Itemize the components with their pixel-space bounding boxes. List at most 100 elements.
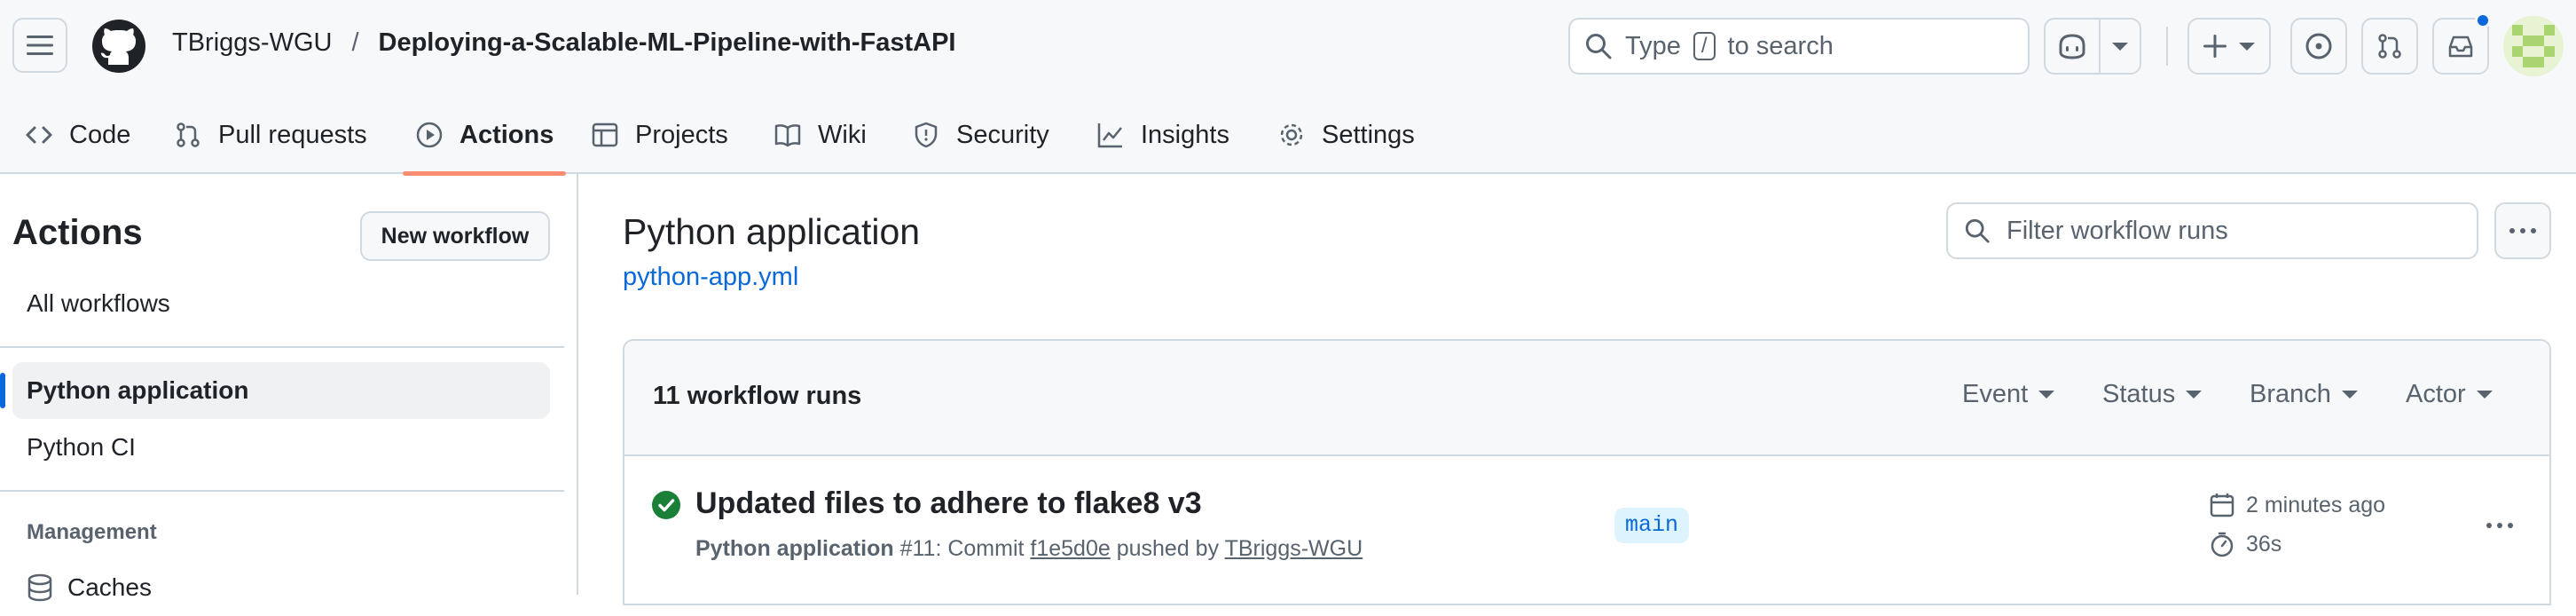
tab-actions[interactable]: Actions [402,98,567,176]
database-icon [27,573,52,602]
filter-label: Branch [2250,380,2331,408]
repo-name-link[interactable]: Deploying-a-Scalable-ML-Pipeline-with-Fa… [379,28,956,58]
shield-icon [915,122,938,148]
play-circle-icon [416,122,443,148]
book-icon [774,124,801,147]
tab-insights[interactable]: Insights [1096,98,1229,172]
run-pushed-by: pushed by [1116,536,1220,561]
run-meta: Python application #11: Commit f1e5d0e p… [695,536,1363,562]
tab-pull-requests[interactable]: Pull requests [174,98,367,172]
filter-label: Event [1962,380,2029,408]
run-duration-label: 36s [2246,531,2282,557]
run-commit-link[interactable]: f1e5d0e [1030,536,1110,561]
search-placeholder-suffix: to search [1727,31,1834,60]
search-placeholder-prefix: Type [1625,31,1681,60]
issue-opened-icon [2305,33,2332,59]
table-icon [592,122,618,147]
sidebar-item-label: Python application [27,376,249,404]
sidebar-title: Actions [12,213,143,252]
inbox-icon [2448,36,2473,58]
issues-button[interactable] [2290,18,2347,75]
stopwatch-icon [2211,532,2234,557]
chevron-down-icon [2341,391,2358,399]
tab-label: Wiki [818,120,867,149]
tab-label: Actions [459,120,554,149]
new-workflow-button[interactable]: New workflow [360,211,550,261]
run-time-label: 2 minutes ago [2246,492,2386,517]
copilot-button[interactable] [2044,18,2101,75]
check-circle-fill-icon [652,491,680,519]
search-input[interactable]: Type / to search [1568,18,2030,75]
filter-label: Actor [2406,380,2466,408]
sidebar-divider [0,490,564,492]
tab-settings[interactable]: Settings [1277,98,1415,172]
repo-header: TBriggs-WGU / Deploying-a-Scalable-ML-Pi… [0,0,2576,176]
filter-workflow-runs-input[interactable]: Filter workflow runs [1946,202,2478,259]
branch-badge[interactable]: main [1614,508,1690,543]
actions-sidebar: Actions New workflow All workflows Pytho… [0,174,578,602]
sidebar-item-python-ci[interactable]: Python CI [12,419,550,476]
chevron-down-icon [2476,391,2493,399]
chevron-down-icon [2239,42,2255,51]
graph-icon [1097,123,1122,148]
event-filter-dropdown[interactable]: Event [1962,380,2055,409]
copilot-dropdown-button[interactable] [2099,18,2141,75]
tab-wiki[interactable]: Wiki [774,98,867,172]
more-options-button[interactable] [2494,202,2551,259]
github-logo-icon[interactable] [91,19,146,74]
tab-security[interactable]: Security [912,98,1049,172]
create-new-button[interactable] [2187,18,2271,75]
tab-code[interactable]: Code [25,98,130,172]
run-number: #11 [899,536,936,561]
tab-label: Code [69,120,131,149]
sidebar-item-all-workflows[interactable]: All workflows [12,275,550,332]
tab-label: Settings [1322,120,1415,149]
sidebar-item-label: All workflows [27,289,170,317]
avatar[interactable] [2503,16,2564,76]
hamburger-icon [27,36,53,55]
chevron-down-icon [2038,391,2055,399]
plus-icon [2203,35,2227,58]
actor-filter-dropdown[interactable]: Actor [2406,380,2493,409]
run-more-button[interactable] [2480,506,2519,545]
tab-label: Insights [1141,120,1229,149]
run-duration: 36s [2209,531,2281,557]
workflow-title: Python application [623,211,921,252]
calendar-icon [2210,494,2234,517]
chevron-down-icon [2186,391,2203,399]
sidebar-item-python-application[interactable]: Python application [12,362,550,419]
management-heading: Management [27,520,157,544]
search-slash-key: / [1692,32,1716,60]
pull-requests-button[interactable] [2361,18,2418,75]
code-icon [26,126,52,144]
runs-count: 11 workflow runs [653,382,862,410]
tab-label: Pull requests [218,120,367,149]
workflow-file-link[interactable]: python-app.yml [623,263,798,292]
gear-icon [1280,123,1303,146]
repo-owner-link[interactable]: TBriggs-WGU [172,28,332,58]
header-divider [2166,27,2168,66]
run-actor-link[interactable]: TBriggs-WGU [1225,536,1363,561]
tab-label: Projects [635,120,728,149]
git-pull-request-icon [2378,34,2401,59]
sidebar-item-label: Python CI [27,433,136,461]
selected-indicator [0,373,5,408]
breadcrumb-separator: / [351,28,359,57]
run-workflow-name: Python application [695,536,894,561]
tab-label: Security [956,120,1049,149]
search-icon [1965,218,1990,243]
search-icon [1586,34,1612,59]
run-title-link[interactable]: Updated files to adhere to flake8 v3 [695,486,1202,521]
kebab-horizontal-icon [2509,228,2536,233]
kebab-horizontal-icon [2486,523,2513,528]
workflow-run-row[interactable]: Updated files to adhere to flake8 v3 Pyt… [624,456,2549,595]
run-commit-prefix: : Commit [935,536,1025,561]
menu-button[interactable] [12,18,67,73]
notification-dot [2475,12,2491,28]
copilot-icon [2059,34,2085,59]
sidebar-item-label: Caches [67,573,152,601]
branch-filter-dropdown[interactable]: Branch [2250,380,2358,409]
status-filter-dropdown[interactable]: Status [2102,380,2203,409]
tab-projects[interactable]: Projects [591,98,728,172]
sidebar-item-caches[interactable]: Caches [12,559,550,616]
